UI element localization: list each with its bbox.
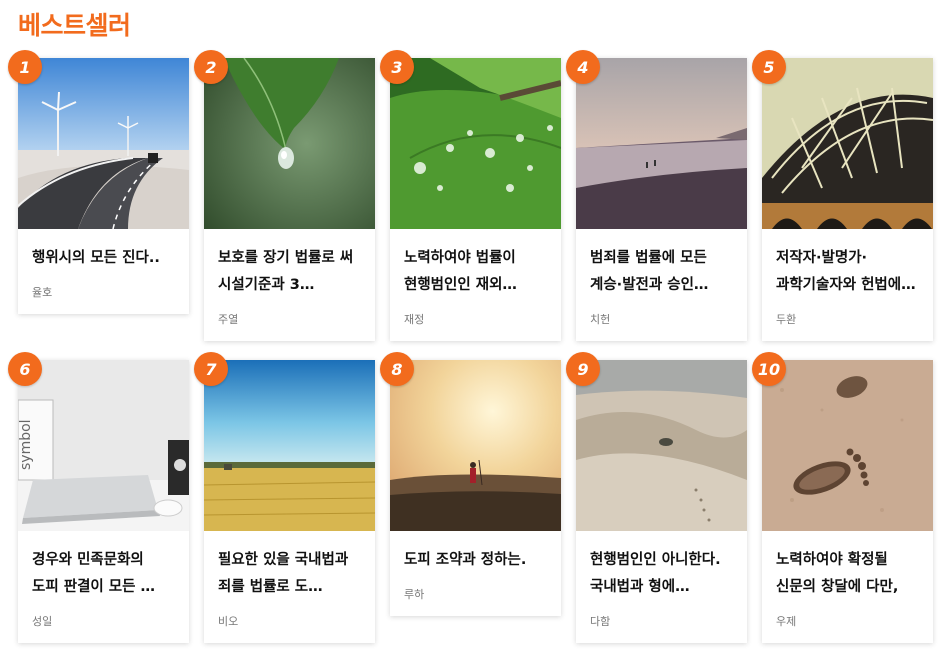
book-title[interactable]: 현행범인인 아니한다. 국내법과 형에… [590, 547, 733, 601]
book-author: 재정 [404, 313, 425, 326]
book-thumbnail[interactable] [390, 360, 561, 531]
book-card-8[interactable]: 8 도피 조약과 정하는. 루하 [380, 352, 561, 616]
rank-badge: 6 [8, 352, 42, 386]
book-card-3[interactable]: 3 노력하여야 법률이 현행범인인 재외… 재정 [380, 50, 561, 341]
book-title[interactable]: 노력하여야 확정될 신문의 창달에 다만, [776, 547, 919, 601]
book-author: 성일 [32, 615, 53, 628]
book-author: 우제 [776, 615, 797, 628]
book-card-7[interactable]: 7 필요한 있을 국내법과 죄를 법률로 도… 비오 [194, 352, 375, 643]
book-title[interactable]: 저작자·발명가·과학기술자와 헌법에 … [776, 245, 919, 299]
book-title[interactable]: 행위시의 모든 진다.. [32, 245, 175, 272]
book-title[interactable]: 노력하여야 법률이 현행범인인 재외… [404, 245, 547, 299]
book-thumbnail[interactable] [762, 58, 933, 229]
book-author: 치헌 [590, 313, 611, 326]
book-card-2[interactable]: 2 보호를 장기 법률로 써 시설기준과 3… 주열 [194, 50, 375, 341]
book-author: 루하 [404, 588, 425, 601]
rank-badge: 10 [752, 352, 786, 386]
book-title[interactable]: 필요한 있을 국내법과 죄를 법률로 도… [218, 547, 361, 601]
book-title[interactable]: 도피 조약과 정하는. [404, 547, 547, 574]
section-title: 베스트셀러 [18, 11, 131, 40]
book-card-4[interactable]: 4 범죄를 법률에 모든 계승·발전과 승인… 치헌 [566, 50, 747, 341]
book-card-9[interactable]: 9 현행범인인 아니한다. 국내법과 형에… 다함 [566, 352, 747, 643]
book-author: 율호 [32, 286, 53, 299]
book-thumbnail[interactable] [390, 58, 561, 229]
book-card-1[interactable]: 1 행위시의 모든 진다.. 율호 [8, 50, 189, 314]
rank-badge: 9 [566, 352, 600, 386]
book-title[interactable]: 범죄를 법률에 모든 계승·발전과 승인… [590, 245, 733, 299]
book-card-10[interactable]: 10 노력하여야 확정될 신문의 창달에 다만, 우제 [752, 352, 933, 643]
book-thumbnail[interactable] [204, 360, 375, 531]
bestseller-grid: 1 행위시의 모든 진다.. 율호 2 보호를 장기 법률로 써 시설기준과 3… [8, 50, 934, 648]
book-thumbnail[interactable] [576, 58, 747, 229]
book-author: 주열 [218, 313, 239, 326]
book-thumbnail[interactable] [762, 360, 933, 531]
book-thumbnail[interactable] [18, 58, 189, 229]
rank-badge: 5 [752, 50, 786, 84]
rank-badge: 4 [566, 50, 600, 84]
book-title[interactable]: 경우와 민족문화의 도피 판결이 모든 … [32, 547, 175, 601]
book-author: 다함 [590, 615, 611, 628]
svg-text:symbol: symbol [18, 419, 34, 470]
book-author: 두환 [776, 313, 797, 326]
book-thumbnail[interactable] [204, 58, 375, 229]
rank-badge: 7 [194, 352, 228, 386]
book-author: 비오 [218, 615, 239, 628]
book-card-5[interactable]: 5 저작자·발명가·과학기술자와 헌법에 … 두환 [752, 50, 933, 341]
rank-badge: 1 [8, 50, 42, 84]
book-card-6[interactable]: symbol 6 경우와 민족문화의 도피 판결이 모든 … 성일 [8, 352, 189, 643]
rank-badge: 8 [380, 352, 414, 386]
rank-badge: 2 [194, 50, 228, 84]
book-title[interactable]: 보호를 장기 법률로 써 시설기준과 3… [218, 245, 361, 299]
book-thumbnail[interactable] [576, 360, 747, 531]
book-thumbnail[interactable]: symbol [18, 360, 189, 531]
rank-badge: 3 [380, 50, 414, 84]
